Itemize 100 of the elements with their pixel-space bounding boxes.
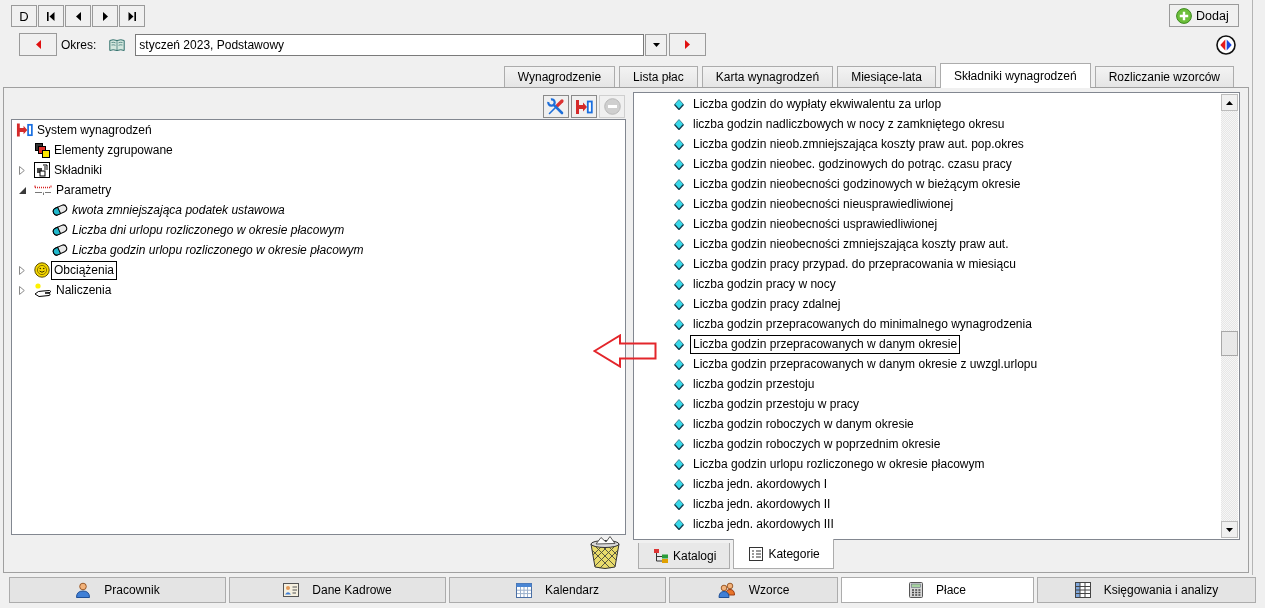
list-item[interactable]: Liczba godzin nieobecności zmniejszająca koszty praw aut. [690, 234, 1012, 254]
wastebasket-icon[interactable] [589, 535, 621, 569]
tab[interactable]: Wynagrodzenie [503, 66, 616, 87]
tab[interactable]: Pracownik [9, 577, 226, 603]
diamond-icon [674, 98, 684, 110]
diamond-icon [674, 438, 684, 450]
tab[interactable]: Płace [841, 577, 1034, 603]
tree-item[interactable]: Liczba dni urlopu rozliczonego w okresie płacowym [69, 220, 348, 240]
tab[interactable]: Katalogi [638, 543, 731, 569]
list-item[interactable]: Liczba godzin przepracowanych w danym okresie [690, 334, 961, 354]
diamond-icon [674, 398, 684, 410]
list-item[interactable]: Liczba godzin nieobecności godzinowych w bieżącym okresie [690, 174, 1024, 194]
hand-icon [34, 282, 52, 298]
skip-forward-icon [128, 11, 136, 21]
list-item[interactable]: Liczba godzin nieob.zmniejszająca koszty praw aut. pop.okres [690, 134, 1027, 154]
list-item[interactable]: liczba godzin nadliczbowych w nocy z zamkniętego okresu [690, 114, 1008, 134]
tools-button[interactable] [543, 95, 569, 118]
tab[interactable]: Dane Kadrowe [229, 577, 446, 603]
scroll-down-button[interactable] [1221, 521, 1238, 538]
tree-item[interactable]: Elementy zgrupowane [51, 140, 176, 160]
caret-down-icon [652, 42, 660, 47]
tree-item[interactable]: Obciążenia [51, 260, 118, 280]
diamond-icon [674, 298, 684, 310]
diamond-icon [674, 518, 684, 530]
d-button[interactable]: D [11, 5, 37, 27]
period-label: Okres: [61, 37, 97, 52]
scroll-up-button[interactable] [1221, 94, 1238, 111]
triangle-right-icon [685, 40, 691, 49]
first-button[interactable] [38, 5, 64, 27]
list-item[interactable]: Liczba godzin nieobecności usprawiedliwionej [690, 214, 941, 234]
caret-down-icon [1226, 527, 1233, 532]
bracket-arrow-icon [575, 98, 593, 115]
list-item[interactable]: Liczba godzin urlopu rozliczonego w okresie płacowym [690, 454, 988, 474]
calculator-icon [909, 582, 923, 598]
tab[interactable]: Miesiące-lata [837, 66, 936, 87]
tab[interactable]: Składniki wynagrodzeń [939, 63, 1091, 88]
triangle-left-icon [35, 40, 41, 49]
scroll-thumb[interactable] [1221, 331, 1238, 356]
coin-icon [34, 262, 50, 278]
list-item[interactable]: liczba godzin pracy w nocy [690, 274, 839, 294]
collapse-arrow-icon[interactable] [19, 186, 26, 194]
previous-period-button[interactable] [19, 33, 57, 56]
scrollbar[interactable] [1221, 94, 1238, 538]
expand-arrow-icon[interactable] [19, 265, 25, 275]
expand-arrow-icon[interactable] [19, 165, 25, 175]
diamond-icon [674, 498, 684, 510]
left-arrow-annotation [593, 334, 657, 368]
bracket-arrow-icon [16, 122, 33, 138]
list-icon [748, 545, 765, 562]
tree-item[interactable]: Składniki [51, 160, 106, 180]
next-period-button[interactable] [669, 33, 707, 56]
period-field[interactable]: styczeń 2023, Podstawowy [135, 33, 645, 56]
tab[interactable]: Księgowania i analizy [1037, 577, 1256, 603]
list-item[interactable]: liczba godzin przepracowanych do minimalnego wynagrodzenia [690, 314, 1035, 334]
next-button[interactable] [92, 5, 118, 27]
list-item[interactable]: liczba godzin przestoju [690, 374, 818, 394]
list-item[interactable]: Liczba godzin nieobec. godzinowych do potrąc. czasu pracy [690, 154, 1015, 174]
dotted-lines-icon [34, 184, 52, 196]
capsule-icon [52, 243, 68, 257]
tree-item[interactable]: System wynagrodzeń [34, 120, 155, 140]
list-item[interactable]: Liczba godzin pracy przypad. do przepracowania w miesiącu [690, 254, 1019, 274]
triangle-right-icon [102, 11, 108, 21]
capsule-icon [52, 223, 68, 237]
list-item[interactable]: liczba godzin roboczych w poprzednim okresie [690, 434, 944, 454]
add-button[interactable]: Dodaj [1169, 4, 1239, 27]
list-item[interactable]: Liczba godzin przepracowanych w danym okresie z uwzgl.urlopu [690, 354, 1041, 374]
list-item[interactable]: liczba godzin przestoju w pracy [690, 394, 863, 414]
list-item[interactable]: Liczba godzin do wypłaty ekwiwalentu za urlop [690, 94, 945, 114]
list-item[interactable]: Liczba godzin pracy zdalnej [690, 294, 844, 314]
last-button[interactable] [119, 5, 145, 27]
list-item[interactable]: Liczba godzin nieobecności nieusprawiedliwionej [690, 194, 957, 214]
left-right-arrows-icon[interactable] [1216, 34, 1236, 55]
system-button[interactable] [571, 95, 597, 118]
tree-item[interactable]: kwota zmniejszająca podatek ustawowa [69, 200, 288, 220]
tree-item[interactable]: Naliczenia [53, 280, 115, 300]
diamond-icon [674, 418, 684, 430]
diamond-icon [674, 198, 684, 210]
tab[interactable]: Wzorce [669, 577, 838, 603]
framed-shapes-icon [34, 162, 50, 178]
tab[interactable]: Kategorie [733, 539, 834, 569]
expand-arrow-icon[interactable] [19, 285, 25, 295]
diamond-icon [674, 318, 684, 330]
diamond-icon [674, 218, 684, 230]
tab[interactable]: Kalendarz [449, 577, 666, 603]
tree-item[interactable]: Parametry [53, 180, 115, 200]
diamond-icon [674, 138, 684, 150]
previous-button[interactable] [65, 5, 91, 27]
tree-item[interactable]: Liczba godzin urlopu rozliczonego w okresie płacowym [69, 240, 367, 260]
list-item[interactable]: liczba godzin roboczych w danym okresie [690, 414, 917, 434]
diamond-icon [674, 158, 684, 170]
tab[interactable]: Lista płac [619, 66, 698, 87]
diamond-icon [674, 478, 684, 490]
list-item[interactable]: liczba jedn. akordowych I [690, 474, 831, 494]
caret-up-icon [1226, 100, 1233, 105]
dropdown-button[interactable] [645, 33, 668, 56]
list-item[interactable]: liczba jedn. akordowych III [690, 514, 837, 534]
tab[interactable]: Rozliczanie wzorców [1094, 66, 1234, 87]
list-item[interactable]: liczba jedn. akordowych II [690, 494, 834, 514]
tab[interactable]: Karta wynagrodzeń [701, 66, 834, 87]
diamond-icon [674, 458, 684, 470]
